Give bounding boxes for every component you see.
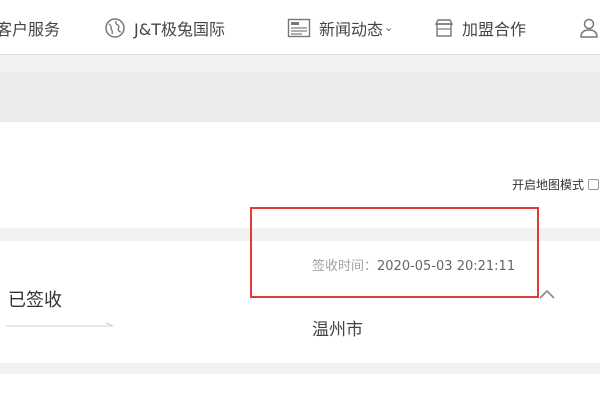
map-mode-toggle[interactable]: 开启地图模式 bbox=[512, 176, 600, 193]
chevron-down-icon: ⌄ bbox=[384, 21, 394, 34]
current-city: 温州市 bbox=[312, 320, 363, 340]
newspaper-icon bbox=[287, 18, 311, 38]
map-mode-checkbox[interactable] bbox=[588, 179, 599, 190]
store-icon bbox=[434, 18, 454, 38]
map-mode-label: 开启地图模式 bbox=[511, 178, 584, 192]
globe-icon bbox=[104, 17, 126, 39]
chevron-up-icon[interactable] bbox=[538, 288, 556, 300]
nav-customer-service[interactable]: 客户服务 bbox=[0, 0, 60, 55]
delivery-status: 已签收 bbox=[8, 290, 62, 311]
next-card bbox=[0, 374, 600, 401]
nav-franchise[interactable]: 加盟合作 bbox=[434, 0, 526, 55]
nav-user[interactable] bbox=[578, 0, 600, 55]
nav-franchise-label: 加盟合作 bbox=[462, 19, 527, 39]
user-icon bbox=[578, 17, 600, 39]
grey-banner bbox=[0, 72, 600, 122]
top-navigation: 客户服务 J&T极兔国际 新闻动态 ⌄ 加盟合作 bbox=[0, 0, 600, 55]
nav-jt-international[interactable]: J&T极兔国际 bbox=[104, 0, 225, 55]
highlight-box bbox=[250, 207, 539, 298]
nav-news-label: 新闻动态 bbox=[319, 19, 384, 39]
nav-news[interactable]: 新闻动态 ⌄ bbox=[287, 0, 393, 55]
progress-arrow-icon bbox=[6, 322, 114, 327]
nav-jt-international-label: J&T极兔国际 bbox=[134, 19, 225, 39]
nav-customer-service-label: 客户服务 bbox=[0, 19, 61, 39]
